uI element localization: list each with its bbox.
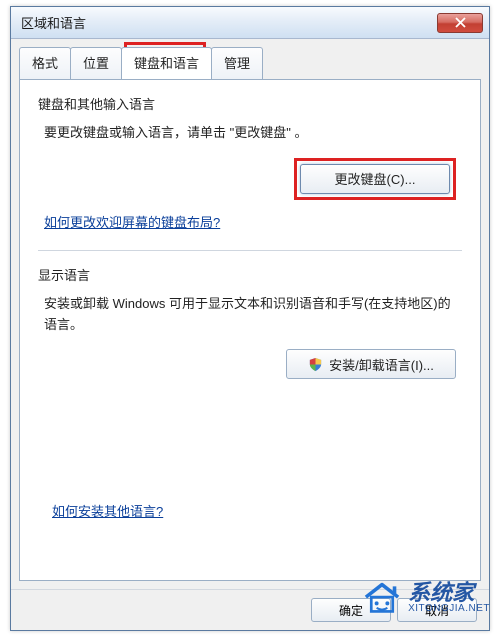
close-icon xyxy=(455,17,466,28)
tab-format[interactable]: 格式 xyxy=(19,47,71,79)
shield-icon xyxy=(308,357,323,372)
group-display-title: 显示语言 xyxy=(38,265,462,284)
divider xyxy=(38,250,462,251)
watermark: 系统家 XITONGJIA.NET xyxy=(362,581,490,615)
dialog-window: 区域和语言 格式 位置 键盘和语言 管理 键盘和其他输入语言 要更改键盘或输入语… xyxy=(10,6,490,631)
watermark-cn: 系统家 xyxy=(408,582,490,604)
install-button-label: 安装/卸载语言(I)... xyxy=(329,355,434,374)
how-to-install-language-link[interactable]: 如何安装其他语言? xyxy=(52,501,163,520)
change-keyboard-button[interactable]: 更改键盘(C)... xyxy=(300,164,450,194)
watermark-en: XITONGJIA.NET xyxy=(408,604,490,614)
tab-panel: 键盘和其他输入语言 要更改键盘或输入语言，请单击 "更改键盘" 。 更改键盘(C… xyxy=(19,79,481,581)
group-display-desc: 安装或卸载 Windows 可用于显示文本和识别语音和手写(在支持地区)的语言。 xyxy=(44,294,462,336)
install-uninstall-language-button[interactable]: 安装/卸载语言(I)... xyxy=(286,349,456,379)
tab-location[interactable]: 位置 xyxy=(70,47,122,79)
close-button[interactable] xyxy=(437,13,483,33)
highlight-annotation: 更改键盘(C)... xyxy=(294,158,456,200)
tab-strip: 格式 位置 键盘和语言 管理 xyxy=(11,39,489,79)
watermark-text: 系统家 XITONGJIA.NET xyxy=(408,582,490,614)
welcome-screen-layout-link[interactable]: 如何更改欢迎屏幕的键盘布局? xyxy=(44,212,220,231)
titlebar: 区域和语言 xyxy=(11,7,489,39)
tab-keyboard-language[interactable]: 键盘和语言 xyxy=(121,47,212,79)
group-keyboard-title: 键盘和其他输入语言 xyxy=(38,94,462,113)
tab-admin[interactable]: 管理 xyxy=(211,47,263,79)
window-title: 区域和语言 xyxy=(21,13,437,32)
house-icon xyxy=(362,581,402,615)
group-keyboard-desc: 要更改键盘或输入语言，请单击 "更改键盘" 。 xyxy=(44,123,462,144)
